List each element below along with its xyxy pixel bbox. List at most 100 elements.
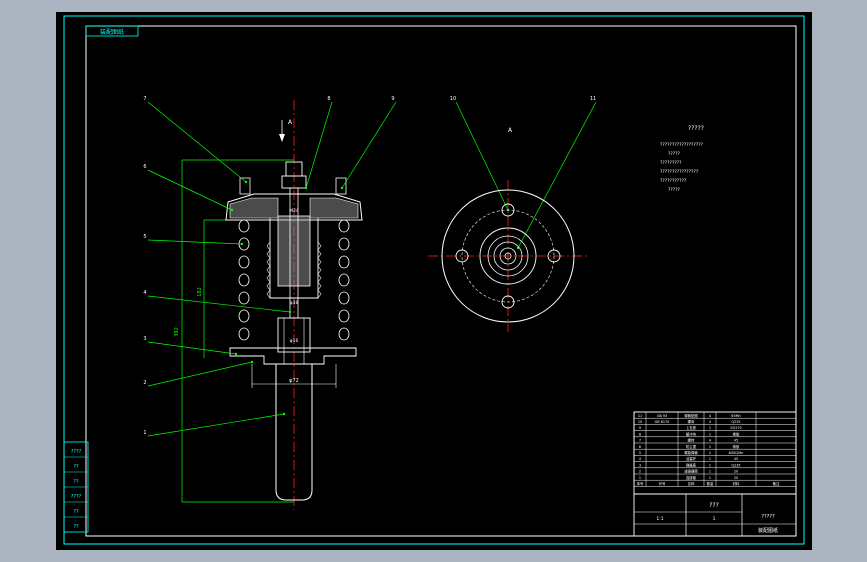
school-name: ????? [761, 514, 775, 520]
bom-header-cell: 代号 [659, 481, 666, 486]
bom-cell: 9 [639, 426, 641, 430]
note-line: ????????? [660, 160, 682, 166]
leader-line [147, 239, 243, 245]
bom-cell: 20 [734, 470, 738, 474]
note-line: ???????????????? [660, 169, 699, 175]
spring-coil-section [338, 219, 350, 233]
spring-height-text: 182 [197, 287, 203, 297]
drawing-number: 装配图纸 [758, 527, 778, 534]
bom-cell: 1 [709, 457, 711, 461]
spring-coil-section [238, 255, 250, 269]
bom-cell: 8 [639, 432, 641, 436]
leader-dot [304, 186, 308, 190]
bom-table: 11 GB 93 弹簧垫圈 4 65Mn10 GB 6170 螺母 4 Q2359 上支座 1 ZG2… [633, 411, 797, 487]
bom-cell: 45 [734, 457, 738, 461]
bom-cell: 上支座 [686, 425, 697, 430]
bom-cell: GB 6170 [655, 420, 670, 424]
thread-text: M24 [289, 208, 299, 214]
leader-dot [282, 412, 286, 416]
spring-coil-section [238, 219, 250, 233]
drawing-canvas: 装配图纸 ???? ?? ?? ???? ?? ?? 392 182 φ72 φ… [56, 12, 812, 550]
part-number-balloon: 5 [143, 234, 146, 240]
cad-drawing: 装配图纸 ???? ?? ?? ???? ?? ?? 392 182 φ72 φ… [63, 15, 805, 545]
top-view-label: A [508, 127, 513, 134]
bom-cell: 1 [709, 445, 711, 449]
side-cell-5: ?? [73, 524, 79, 530]
spring-coil-section [238, 309, 250, 323]
side-cell-2: ?? [73, 479, 79, 485]
part-number-balloon: 9 [391, 96, 394, 102]
leader-line [455, 101, 509, 211]
spring-coil-section [238, 327, 250, 341]
leader-line [147, 295, 291, 313]
note-line: ?????????????????? [660, 142, 704, 148]
leader-line [147, 169, 233, 211]
bom-cell: 1 [709, 476, 711, 480]
bom-cell: 螺栓 [688, 438, 695, 443]
spring-seat [229, 347, 357, 365]
part-number-balloon: 4 [143, 290, 146, 296]
bom-cell: ZG270 [730, 426, 741, 430]
bom-cell: 4 [709, 439, 711, 443]
leader-line [147, 361, 253, 387]
leader-line [305, 101, 333, 189]
leader-dot [340, 186, 344, 190]
part-number-balloon: 7 [143, 96, 146, 102]
bom-header-cell: 材料 [733, 481, 740, 486]
part-number-balloon: 11 [590, 96, 596, 102]
bom-header-cell: 序号 [637, 481, 644, 486]
bom-cell: 弹簧垫圈 [684, 413, 698, 418]
note-line: ??????????? [660, 178, 687, 184]
notes-title: ????? [688, 125, 704, 132]
bom-header-cell: 备注 [773, 481, 780, 486]
bom-cell: 橡胶 [733, 444, 740, 449]
bom-cell: GB 93 [657, 414, 667, 418]
leader-dot [230, 208, 234, 212]
bom-cell: 10 [638, 420, 642, 424]
bom-cell: Q235 [731, 420, 740, 424]
bom-cell: 减振器筒 [684, 469, 698, 474]
flange-width-text: φ72 [289, 378, 299, 384]
bom-cell: 65Mn [731, 414, 740, 418]
spring-coil-section [338, 327, 350, 341]
bom-cell: Q235 [731, 463, 740, 467]
rubber-buffer [277, 215, 311, 287]
bom-cell: 弹簧座 [686, 462, 697, 467]
bom-cell: 11 [638, 414, 642, 418]
bom-cell: 4 [709, 420, 711, 424]
leader-dot [240, 242, 244, 246]
stamp-text: 装配图纸 [100, 28, 124, 36]
drawing-name: ??? [709, 502, 719, 509]
spring-coil-section [338, 291, 350, 305]
leader-line [147, 101, 247, 183]
part-number-balloon: 10 [450, 96, 456, 102]
sheet-value: 1 [713, 516, 716, 522]
bom-cell: 1 [639, 476, 641, 480]
leader-dot [244, 180, 248, 184]
spring-coil-section [338, 309, 350, 323]
part-number-balloon: 1 [143, 430, 146, 436]
view-arrow-label: A [288, 119, 293, 126]
spring-coil-section [338, 237, 350, 251]
bom-cell: 20 [734, 476, 738, 480]
bom-cell: 螺旋弹簧 [684, 450, 698, 455]
section-view: 392 182 φ72 φ16 φ38 M24 A [174, 100, 363, 510]
bom-cell: 1 [709, 432, 711, 436]
side-cell-0: ???? [71, 449, 82, 455]
side-cell-3: ???? [71, 494, 82, 500]
scale-value: 1:1 [656, 516, 663, 522]
bom-header-cell: 名称 [688, 481, 695, 486]
bom-cell: 4 [709, 414, 711, 418]
part-number-balloon: 2 [143, 380, 146, 386]
bom-cell: 3 [639, 463, 641, 467]
spring-coil-section [238, 291, 250, 305]
seat-dia-text: φ38 [290, 300, 299, 306]
leader-line [147, 341, 237, 355]
spring-coil-section [338, 273, 350, 287]
part-number-balloon: 8 [327, 96, 330, 102]
leader-line [517, 101, 597, 249]
note-line: ????? [668, 187, 681, 193]
bom-cell: 防尘罩 [686, 444, 697, 449]
bom-cell: 4 [639, 457, 641, 461]
spring-coil-section [338, 255, 350, 269]
